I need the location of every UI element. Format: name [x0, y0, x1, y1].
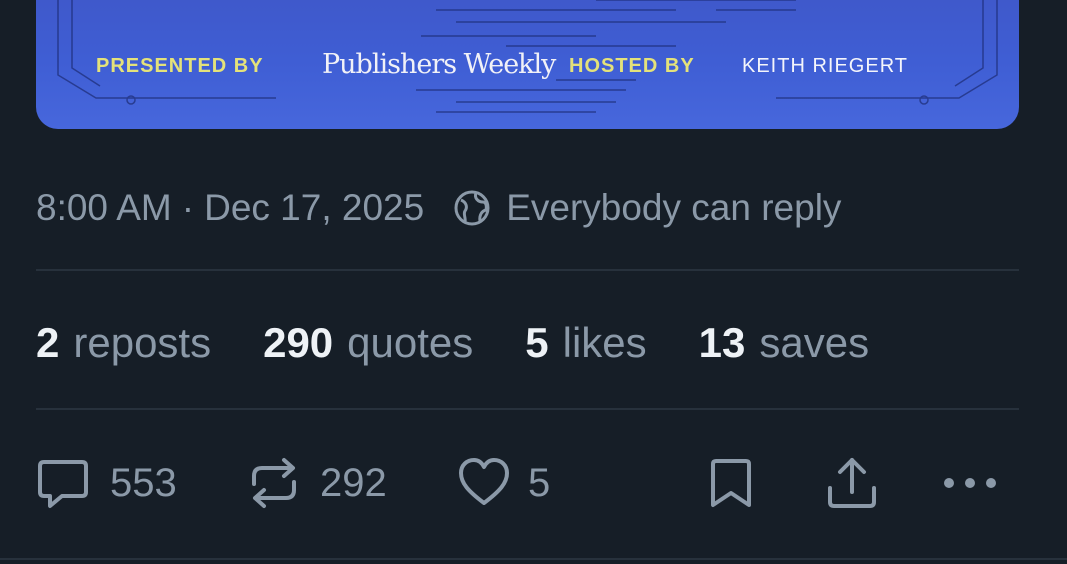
share-button[interactable]: [824, 452, 880, 514]
like-count: 5: [528, 460, 551, 505]
stat-label: reposts: [73, 319, 212, 366]
stat-quotes[interactable]: 290 quotes: [263, 319, 473, 367]
stat-count: 2: [36, 319, 60, 366]
post-action-bar: 553 292 5: [0, 452, 1067, 514]
repost-icon: [246, 454, 302, 512]
post-meta-row: 8:00 AM · Dec 17, 2025 Everybody can rep…: [36, 184, 841, 232]
comment-icon: [34, 454, 92, 512]
more-icon: [940, 468, 1000, 498]
reply-setting-text[interactable]: Everybody can reply: [506, 187, 841, 229]
divider: [36, 269, 1019, 271]
heart-icon: [456, 455, 512, 511]
post-date[interactable]: Dec 17, 2025: [204, 187, 424, 229]
share-icon: [824, 454, 880, 512]
stat-reposts[interactable]: 2 reposts: [36, 319, 211, 367]
stat-label: quotes: [347, 319, 474, 366]
repost-button[interactable]: 292: [246, 452, 387, 514]
hosted-by-label: HOSTED BY: [569, 55, 695, 77]
stat-count: 13: [698, 319, 746, 366]
stat-count: 5: [525, 319, 549, 366]
repost-count: 292: [320, 460, 387, 505]
stat-count: 290: [263, 319, 334, 366]
like-button[interactable]: 5: [456, 452, 550, 514]
stat-label: likes: [562, 319, 647, 366]
post-time[interactable]: 8:00 AM: [36, 187, 172, 229]
bookmark-button[interactable]: [708, 452, 754, 514]
more-options-button[interactable]: [940, 452, 1000, 514]
engagement-stats: 2 reposts 290 quotes 5 likes 13 saves: [36, 316, 921, 370]
stat-saves[interactable]: 13 saves: [699, 319, 869, 367]
globe-icon: [452, 188, 492, 228]
host-name: KEITH RIEGERT: [742, 55, 908, 77]
stat-label: saves: [759, 319, 870, 366]
post-media-banner[interactable]: PRESENTED BY Publishers Weekly HOSTED BY…: [36, 0, 1019, 129]
stat-likes[interactable]: 5 likes: [525, 319, 646, 367]
meta-separator: ·: [181, 187, 195, 228]
divider: [36, 408, 1019, 410]
publishers-weekly-logo: Publishers Weekly: [322, 49, 556, 80]
reply-button[interactable]: 553: [34, 452, 177, 514]
bottom-divider: [0, 558, 1067, 560]
reply-count: 553: [110, 460, 177, 505]
bookmark-icon: [708, 455, 754, 511]
presented-by-label: PRESENTED BY: [96, 55, 264, 77]
